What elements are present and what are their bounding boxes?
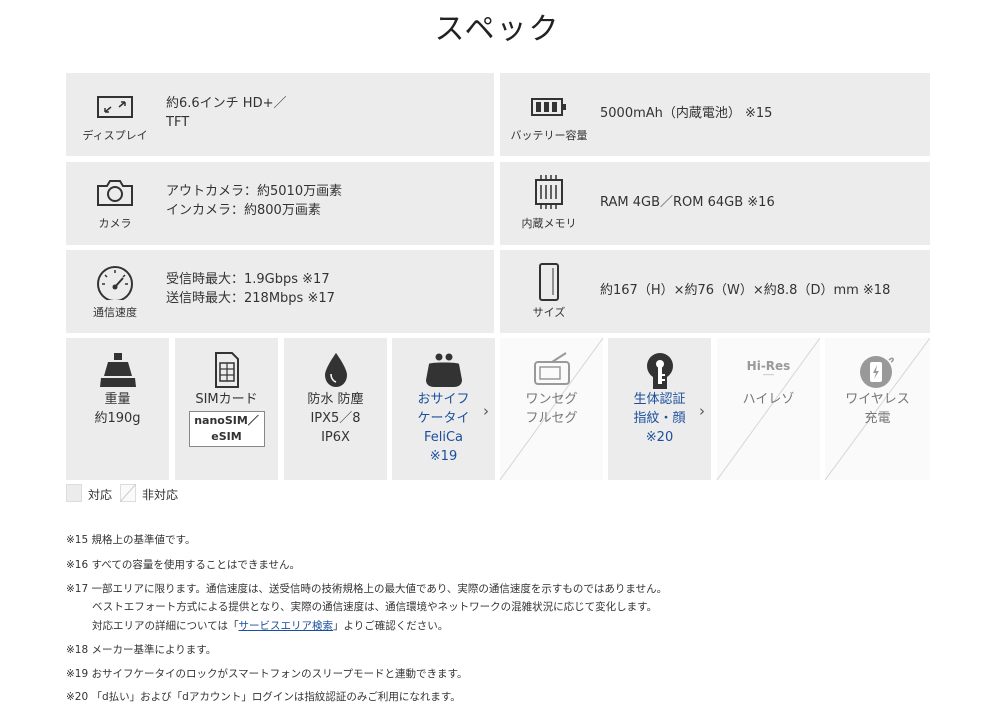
spec-size: サイズ 約167（H）×約76（W）×約8.8（D）mm ※18: [500, 250, 930, 333]
battery-icon: [531, 98, 566, 116]
phone-size-icon: [539, 263, 559, 301]
note-17-line3: 対応エリアの詳細については「サービスエリア検索」よりご確認ください。: [92, 620, 449, 632]
note-19: ※19 おサイフケータイのロックがスマートフォンのスリープモードと連動できます。: [66, 668, 468, 680]
feature-osaifu[interactable]: おサイフ ケータイ FeliCa ※19 ›: [392, 338, 495, 480]
water-title: 防水 防塵: [307, 392, 364, 407]
battery-value: 5000mAh（内蔵電池） ※15: [600, 106, 773, 121]
feature-weight: 重量 約190g: [66, 338, 169, 480]
osaifu-title1: おサイフ: [417, 392, 470, 407]
speedometer-icon: [97, 266, 133, 300]
water-ipx: IPX5／8: [310, 411, 361, 426]
sim-card-icon: [214, 352, 239, 388]
speed-label: 通信速度: [93, 306, 137, 319]
feature-water: 防水 防塵 IPX5／8 IP6X: [284, 338, 387, 480]
hires-title: ハイレゾ: [742, 392, 795, 407]
feature-sim: SIMカード nanoSIM／ eSIM: [175, 338, 278, 480]
display-icon: [97, 96, 133, 118]
keyhole-icon: [646, 353, 673, 389]
legend-supported-label: 対応: [88, 488, 113, 502]
spec-camera: カメラ アウトカメラ：約5010万画素 インカメラ：約800万画素: [66, 162, 494, 245]
note-17: ※17 一部エリアに限ります。通信速度は、送受信時の技術規格上の最大値であり、実…: [66, 583, 668, 595]
osaifu-title2: ケータイ: [417, 411, 470, 426]
chevron-right-icon: ›: [483, 402, 489, 420]
spec-battery: バッテリー容量 5000mAh（内蔵電池） ※15: [500, 73, 930, 156]
page-title: スペック: [434, 12, 561, 47]
display-label: ディスプレイ: [82, 129, 148, 142]
osaifu-note: ※19: [429, 449, 458, 464]
feature-wireless: ワイヤレス 充電: [825, 338, 930, 480]
wireless-title: ワイヤレス: [845, 392, 910, 407]
note-18: ※18 メーカー基準によります。: [66, 644, 217, 656]
feature-oneseg: ワンセグ フルセグ: [500, 338, 603, 480]
legend-unsupported-swatch: [120, 484, 136, 502]
legend-supported-swatch: [66, 484, 82, 502]
legend-unsupported-label: 非対応: [142, 488, 179, 502]
weight-value: 約190g: [94, 411, 141, 426]
hi-res-icon: Hi-Res ───: [744, 360, 794, 380]
water-drop-icon: [324, 353, 347, 387]
wireless-title2: 充電: [864, 411, 891, 426]
memory-value: RAM 4GB／ROM 64GB ※16: [600, 195, 775, 210]
water-ip6x: IP6X: [321, 430, 350, 445]
size-label: サイズ: [532, 306, 566, 319]
note-15: ※15 規格上の基準値です。: [66, 534, 196, 546]
oneseg-title: ワンセグ: [525, 392, 578, 407]
osaifu-felica: FeliCa: [423, 430, 464, 445]
display-value: 約6.6インチ HD+／ TFT: [166, 96, 287, 130]
memory-label: 内蔵メモリ: [521, 217, 577, 230]
weight-title: 重量: [104, 392, 131, 407]
bio-title: 生体認証: [633, 392, 686, 407]
sim-title: SIMカード: [195, 392, 258, 407]
battery-label: バッテリー容量: [510, 129, 588, 142]
note-17-line2: ベストエフォート方式による提供となり、実際の通信速度は、通信環境やネットワークの…: [92, 601, 658, 613]
size-value: 約167（H）×約76（W）×約8.8（D）mm ※18: [600, 283, 891, 298]
hi-res-logo-text: Hi-Res: [746, 359, 791, 373]
fullseg-title: フルセグ: [525, 411, 578, 426]
wireless-charging-icon: [859, 356, 894, 388]
service-area-link[interactable]: サービスエリア検索: [238, 620, 333, 632]
camera-value: アウトカメラ：約5010万画素 インカメラ：約800万画素: [166, 184, 343, 218]
chevron-right-icon: ›: [699, 402, 705, 420]
weight-icon: [99, 353, 136, 387]
purse-icon: [425, 353, 462, 387]
spec-speed: 通信速度 受信時最大：1.9Gbps ※17 送信時最大：218Mbps ※17: [66, 250, 494, 333]
bio-note: ※20: [645, 430, 674, 445]
tv-icon: [533, 352, 570, 385]
camera-icon: [97, 180, 133, 206]
note-20: ※20 「d払い」および「dアカウント」ログインは指紋認証のみご利用になれます。: [66, 691, 461, 703]
memory-chip-icon: [535, 175, 563, 209]
bio-type: 指紋・顔: [633, 411, 686, 426]
camera-label: カメラ: [98, 217, 132, 230]
speed-value: 受信時最大：1.9Gbps ※17 送信時最大：218Mbps ※17: [166, 272, 335, 306]
spec-display: ディスプレイ 約6.6インチ HD+／ TFT: [66, 73, 494, 156]
note-16: ※16 すべての容量を使用することはできません。: [66, 559, 301, 571]
feature-hires: Hi-Res ─── ハイレゾ: [717, 338, 820, 480]
spec-memory: 内蔵メモリ RAM 4GB／ROM 64GB ※16: [500, 162, 930, 245]
sim-type-box: nanoSIM／ eSIM: [188, 411, 265, 447]
feature-bio[interactable]: 生体認証 指紋・顔 ※20 ›: [608, 338, 711, 480]
